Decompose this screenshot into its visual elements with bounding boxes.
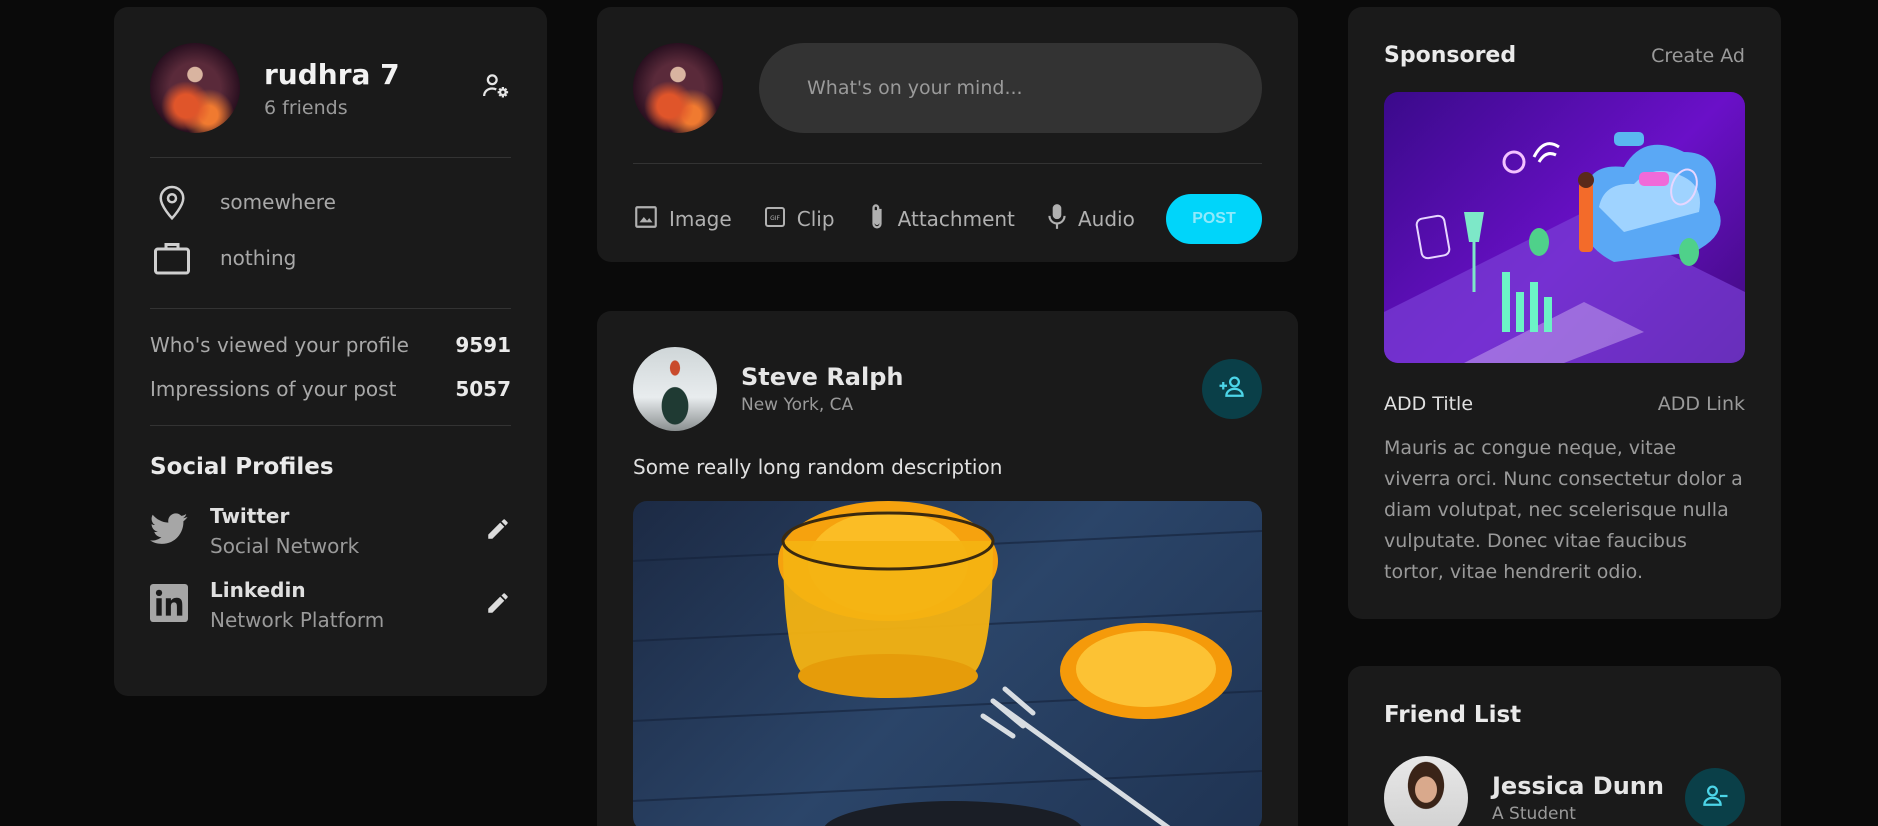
occupation-row: nothing — [150, 230, 511, 286]
stat-label: Who's viewed your profile — [150, 333, 409, 357]
user-avatar[interactable] — [150, 43, 240, 133]
ad-image[interactable] — [1384, 92, 1745, 363]
gif-icon: GIF — [763, 205, 787, 234]
friend-identity[interactable]: Jessica Dunn A Student — [1384, 756, 1664, 826]
person-add-icon — [1217, 372, 1247, 406]
ad-title: ADD Title — [1384, 393, 1474, 415]
user-friend-count: 6 friends — [264, 96, 348, 119]
my-avatar[interactable] — [633, 43, 723, 133]
stat-value: 9591 — [455, 333, 511, 357]
author-location: New York, CA — [741, 395, 854, 415]
tool-audio[interactable]: Audio — [1046, 203, 1135, 236]
svg-text:GIF: GIF — [770, 215, 780, 222]
divider — [150, 425, 511, 426]
feed-post: Steve Ralph New York, CA Some really lon… — [597, 311, 1298, 826]
user-widget: rudhra 7 6 friends somewhere nothing Who… — [114, 7, 547, 696]
manage-account-icon[interactable] — [481, 71, 511, 105]
friend-item: Jessica Dunn A Student — [1384, 756, 1745, 826]
microphone-icon — [1046, 203, 1068, 236]
linkedin-icon — [150, 584, 188, 626]
social-item-twitter: Twitter Social Network — [150, 494, 511, 568]
social-sub: Social Network — [210, 534, 360, 558]
tool-clip[interactable]: GIF Clip — [763, 205, 835, 234]
tool-label: Image — [669, 207, 732, 231]
social-item-linkedin: Linkedin Network Platform — [150, 568, 511, 642]
tool-label: Audio — [1078, 207, 1135, 231]
tool-label: Clip — [796, 207, 835, 231]
friend-name[interactable]: Jessica Dunn — [1492, 772, 1664, 800]
status-input[interactable] — [759, 43, 1262, 133]
twitter-icon — [150, 513, 188, 549]
paperclip-icon — [866, 202, 888, 237]
location-row: somewhere — [150, 174, 511, 230]
tool-attachment[interactable]: Attachment — [866, 202, 1015, 237]
divider — [150, 157, 511, 158]
ad-description: Mauris ac congue neque, vitae viverra or… — [1384, 437, 1743, 583]
author-avatar[interactable] — [633, 347, 717, 431]
divider — [150, 308, 511, 309]
author-name[interactable]: Steve Ralph — [741, 363, 903, 391]
person-remove-icon — [1700, 781, 1730, 815]
user-identity[interactable]: rudhra 7 6 friends — [150, 43, 400, 133]
edit-pencil-icon[interactable] — [485, 516, 511, 546]
divider — [633, 163, 1262, 164]
friend-sub: A Student — [1492, 804, 1576, 824]
user-header: rudhra 7 6 friends — [150, 43, 511, 133]
social-sub: Network Platform — [210, 608, 385, 632]
tool-label: Attachment — [897, 207, 1015, 231]
user-name[interactable]: rudhra 7 — [264, 58, 400, 91]
social-name: Linkedin — [210, 578, 306, 602]
briefcase-icon — [150, 240, 194, 276]
edit-pencil-icon[interactable] — [485, 590, 511, 620]
impressions-stat: Impressions of your post 5057 — [150, 367, 511, 411]
friend-avatar[interactable] — [1384, 756, 1468, 826]
stat-label: Impressions of your post — [150, 377, 397, 401]
friend-list-widget: Friend List Jessica Dunn A Student — [1348, 666, 1781, 826]
occupation-text: nothing — [220, 246, 297, 270]
remove-friend-button[interactable] — [1685, 768, 1745, 826]
add-friend-button[interactable] — [1202, 359, 1262, 419]
social-profiles-title: Social Profiles — [150, 454, 334, 480]
image-icon — [633, 204, 659, 235]
friend-list-title: Friend List — [1384, 702, 1522, 728]
post-button[interactable]: POST — [1165, 194, 1262, 244]
post-image[interactable] — [633, 501, 1262, 826]
sponsored-title: Sponsored — [1384, 43, 1517, 68]
tool-image[interactable]: Image — [633, 204, 732, 235]
profile-views-stat: Who's viewed your profile 9591 — [150, 323, 511, 367]
sponsored-widget: Sponsored Create Ad ADD Title ADD Link M… — [1348, 7, 1781, 619]
ad-link[interactable]: ADD Link — [1658, 393, 1745, 415]
post-description: Some really long random description — [633, 455, 1003, 479]
post-composer: Image GIF Clip Attachment — [597, 7, 1298, 262]
location-pin-icon — [150, 183, 194, 221]
stat-value: 5057 — [455, 377, 511, 401]
post-author[interactable]: Steve Ralph New York, CA — [633, 347, 903, 431]
create-ad-link[interactable]: Create Ad — [1651, 45, 1745, 67]
social-name: Twitter — [210, 504, 290, 528]
location-text: somewhere — [220, 190, 336, 214]
